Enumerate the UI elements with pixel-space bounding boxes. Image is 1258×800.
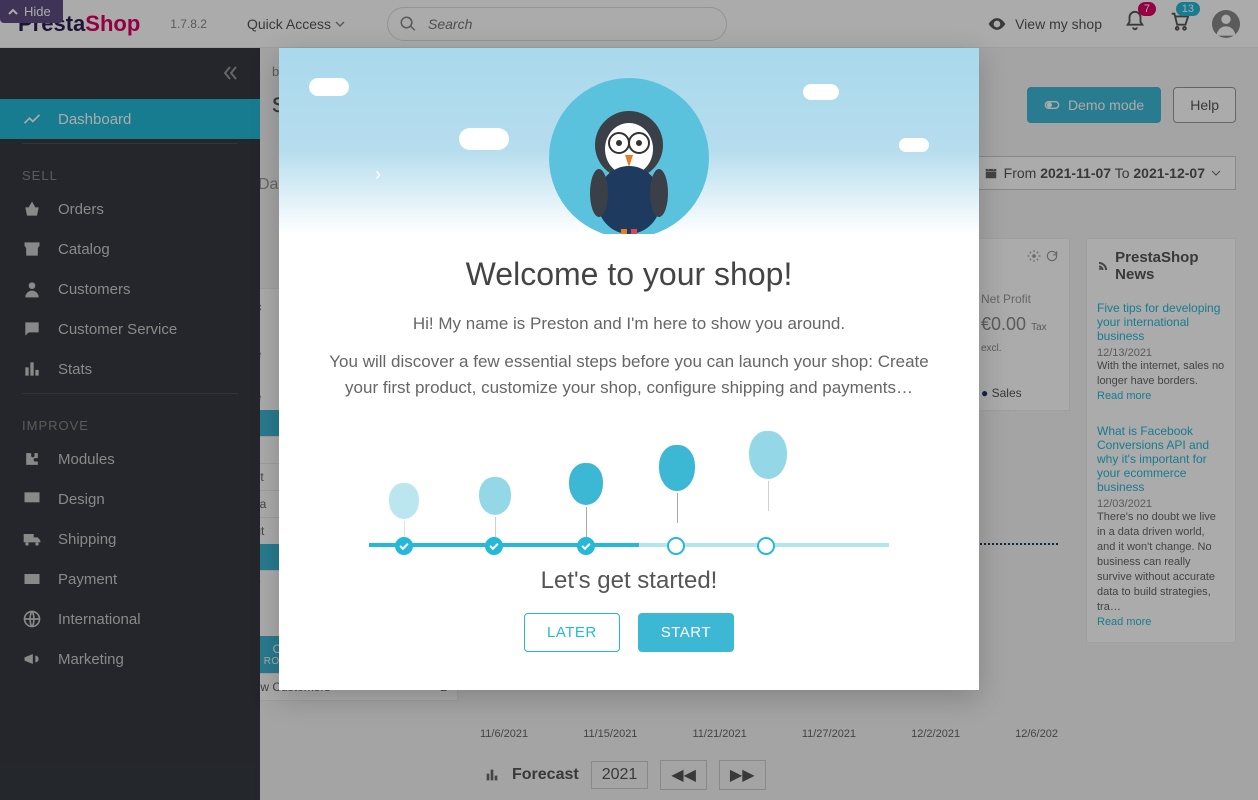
onboarding-modal: › Welcome to your shop! Hi! My name is P…: [279, 48, 979, 690]
onboarding-progress: [329, 437, 929, 547]
modal-intro: Hi! My name is Preston and I'm here to s…: [329, 311, 929, 337]
modal-title: Welcome to your shop!: [329, 256, 929, 293]
modal-description: You will discover a few essential steps …: [329, 349, 929, 401]
later-button[interactable]: LATER: [524, 613, 620, 652]
mascot-icon: [549, 78, 709, 234]
start-button[interactable]: START: [638, 613, 734, 652]
modal-cta-header: Let's get started!: [329, 567, 929, 595]
modal-hero: ›: [279, 48, 979, 234]
